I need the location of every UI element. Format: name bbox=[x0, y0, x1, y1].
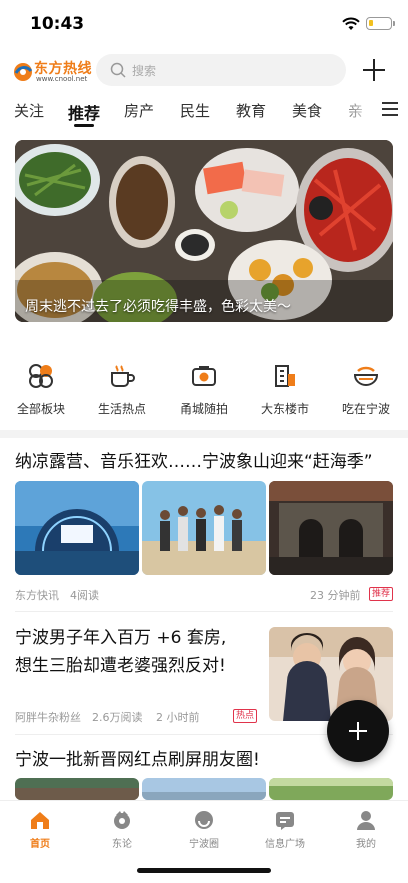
circle-icon bbox=[195, 811, 213, 829]
tabbar-label: 我的 bbox=[356, 839, 376, 850]
search-icon bbox=[110, 62, 126, 78]
article-reads: 4阅读 bbox=[70, 589, 99, 602]
compose-button[interactable] bbox=[327, 700, 389, 762]
battery-tip bbox=[393, 21, 395, 26]
category-eat-ningbo[interactable]: 吃在宁波 bbox=[330, 362, 402, 417]
article-title: 宁波一批新晋网红点刷屏朋友圈! bbox=[15, 750, 260, 770]
article-image bbox=[142, 778, 266, 800]
category-property-market[interactable]: 大东楼市 bbox=[249, 362, 321, 417]
battery-icon bbox=[366, 17, 392, 30]
category-label: 甬城随拍 bbox=[179, 402, 228, 416]
article-source: 阿胖牛杂粉丝 bbox=[15, 711, 81, 724]
building-icon bbox=[275, 365, 295, 387]
home-icon bbox=[31, 812, 49, 829]
status-time: 10:43 bbox=[30, 14, 85, 34]
tabbar-discussion[interactable]: 东论 bbox=[90, 809, 154, 850]
banner-image bbox=[15, 140, 393, 322]
tab-realestate[interactable]: 房产 bbox=[124, 100, 154, 121]
article-divider bbox=[15, 611, 393, 612]
bowl-icon bbox=[353, 366, 379, 386]
status-bar: 10:43 bbox=[0, 0, 408, 44]
tabbar-label: 首页 bbox=[30, 839, 50, 850]
banner-carousel[interactable]: 周末逃不过去了必须吃得丰盛，色彩太美～ bbox=[15, 140, 393, 322]
category-grid: 全部板块 生活热点 甬城随拍 大东楼市 吃在宁波 bbox=[0, 362, 408, 422]
tabbar-label: 信息广场 bbox=[265, 839, 305, 850]
menu-icon[interactable] bbox=[382, 102, 398, 116]
hot-badge: 热点 bbox=[233, 709, 258, 723]
category-city-photos[interactable]: 甬城随拍 bbox=[168, 362, 240, 417]
discussion-icon bbox=[114, 811, 130, 829]
article-image bbox=[15, 481, 139, 575]
article-title: 纳凉露营、音乐狂欢……宁波象山迎来“赶海季” bbox=[15, 452, 373, 472]
camera-icon bbox=[192, 366, 216, 386]
grid-flower-icon bbox=[29, 364, 53, 388]
wifi-icon bbox=[342, 17, 360, 30]
search-placeholder: 搜索 bbox=[132, 64, 157, 78]
active-tab-indicator bbox=[74, 124, 94, 127]
tab-follow[interactable]: 关注 bbox=[14, 100, 44, 121]
logo-url: www.cnool.net bbox=[36, 75, 88, 83]
coffee-cup-icon bbox=[111, 365, 135, 387]
article-image bbox=[269, 778, 393, 800]
tabbar-profile[interactable]: 我的 bbox=[334, 809, 398, 850]
info-square-icon bbox=[276, 812, 294, 830]
category-label: 生活热点 bbox=[97, 402, 146, 416]
article-title-line1: 宁波男子年入百万 +6 套房, bbox=[15, 628, 227, 648]
profile-icon bbox=[357, 811, 375, 830]
article-title-line2: 想生三胎却遭老婆强烈反对! bbox=[15, 656, 226, 676]
category-label: 吃在宁波 bbox=[341, 402, 390, 416]
tabbar-ningbo-circle[interactable]: 宁波圈 bbox=[172, 809, 236, 850]
tabbar-info-square[interactable]: 信息广场 bbox=[253, 809, 317, 850]
tabs-fade bbox=[334, 96, 374, 130]
home-indicator bbox=[137, 868, 271, 873]
article-image bbox=[15, 778, 139, 800]
tab-livelihood[interactable]: 民生 bbox=[180, 100, 210, 121]
tab-food[interactable]: 美食 bbox=[292, 100, 322, 121]
header: 东方热线 www.cnool.net 搜索 bbox=[0, 52, 408, 88]
tabbar-label: 宁波圈 bbox=[189, 839, 219, 850]
category-label: 全部板块 bbox=[16, 402, 65, 416]
plus-icon[interactable] bbox=[360, 56, 388, 84]
search-input[interactable]: 搜索 bbox=[96, 54, 346, 86]
banner-caption: 周末逃不过去了必须吃得丰盛，色彩太美～ bbox=[25, 299, 291, 315]
tab-recommend[interactable]: 推荐 bbox=[68, 100, 100, 124]
category-all-boards[interactable]: 全部板块 bbox=[5, 362, 77, 417]
tabbar-home[interactable]: 首页 bbox=[8, 809, 72, 850]
article-source: 东方快讯 bbox=[15, 589, 59, 602]
tabbar-label: 东论 bbox=[112, 839, 132, 850]
article-image bbox=[269, 481, 393, 575]
logo-mark-icon bbox=[14, 63, 33, 81]
channel-tabs: 关注 推荐 房产 民生 教育 美食 亲 bbox=[0, 96, 408, 130]
article-reads: 2.6万阅读 bbox=[92, 711, 143, 724]
battery-level bbox=[369, 20, 373, 26]
article-time: 23 分钟前 bbox=[310, 589, 361, 602]
category-label: 大东楼市 bbox=[260, 402, 309, 416]
recommend-badge: 推荐 bbox=[369, 587, 394, 601]
section-divider bbox=[0, 430, 408, 438]
tab-education[interactable]: 教育 bbox=[236, 100, 266, 121]
article-image bbox=[142, 481, 266, 575]
app-logo[interactable]: 东方热线 www.cnool.net bbox=[12, 56, 92, 86]
article-time: 2 小时前 bbox=[156, 711, 200, 724]
category-life-hotspot[interactable]: 生活热点 bbox=[86, 362, 158, 417]
